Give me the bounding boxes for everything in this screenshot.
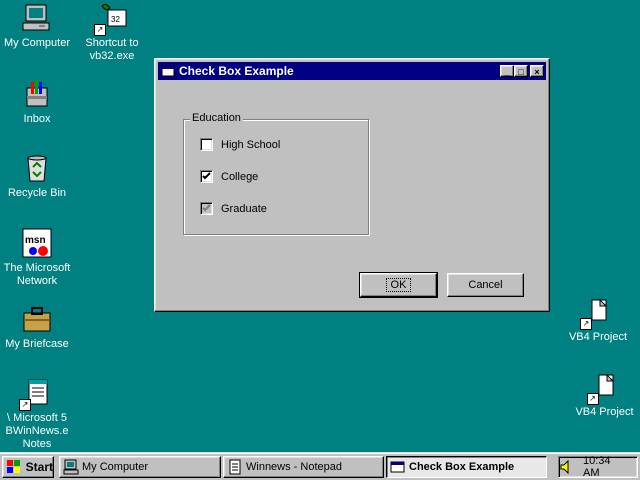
desktop-icon-label: Inbox bbox=[23, 113, 51, 125]
computer-icon bbox=[21, 2, 53, 34]
app-icon bbox=[161, 64, 175, 78]
minimize-icon: _ bbox=[504, 67, 510, 77]
msn-icon: msn bbox=[21, 227, 53, 259]
task-label: Winnews - Notepad bbox=[246, 461, 342, 473]
maximize-icon: □ bbox=[518, 67, 524, 77]
group-label: Education bbox=[190, 112, 243, 124]
maximize-button[interactable]: □ bbox=[514, 65, 528, 77]
checkbox-college[interactable]: College bbox=[200, 170, 258, 183]
desktop-icon-label: \ Microsoft 5 BWinNews.e Notes bbox=[5, 412, 69, 450]
desktop-icon-inbox[interactable]: Inbox bbox=[0, 78, 77, 126]
checkbox-label: High School bbox=[221, 138, 281, 151]
checkbox-box[interactable] bbox=[200, 138, 213, 151]
education-group: Education High School College Graduate bbox=[183, 112, 369, 235]
checkbox-box[interactable] bbox=[200, 170, 213, 183]
desktop-icon-label: VB4 Project bbox=[575, 406, 634, 418]
cancel-label: Cancel bbox=[468, 279, 503, 291]
task-my-computer[interactable]: My Computer bbox=[59, 456, 221, 478]
desktop-icon-label: The Microsoft Network bbox=[3, 262, 71, 287]
checkmark-icon bbox=[202, 204, 211, 212]
checkbox-high-school[interactable]: High School bbox=[200, 138, 280, 151]
svg-text:32: 32 bbox=[111, 15, 120, 24]
task-label: My Computer bbox=[82, 461, 149, 473]
ok-label: OK bbox=[385, 278, 412, 292]
vb4-project-icon: ↗ bbox=[580, 296, 614, 330]
checkbox-label: College bbox=[221, 170, 259, 183]
desktop-icon-label: My Briefcase bbox=[5, 338, 69, 350]
desktop-icon-vb32-shortcut[interactable]: 32 ↗ Shortcut to vb32.exe bbox=[72, 2, 152, 63]
app-icon bbox=[390, 459, 406, 475]
checkbox-label: Graduate bbox=[221, 202, 267, 215]
checkmark-icon bbox=[202, 172, 211, 180]
window-title-bar[interactable]: Check Box Example _ □ × bbox=[158, 62, 546, 80]
check-box-example-window: Check Box Example _ □ × Education High S… bbox=[154, 58, 550, 312]
cancel-button[interactable]: Cancel bbox=[447, 273, 524, 297]
task-winnews-notepad[interactable]: Winnews - Notepad bbox=[223, 456, 384, 478]
recycle-bin-icon bbox=[21, 152, 53, 184]
task-label: Check Box Example bbox=[409, 461, 515, 473]
checkbox-graduate[interactable]: Graduate bbox=[200, 202, 267, 215]
desktop-icon-msn[interactable]: msn The Microsoft Network bbox=[0, 227, 77, 288]
desktop-icon-label: Shortcut to vb32.exe bbox=[85, 37, 139, 62]
notepad-shortcut-icon: ↗ bbox=[19, 377, 53, 411]
desktop-icon-recycle-bin[interactable]: Recycle Bin bbox=[0, 152, 77, 200]
vb32-shortcut-icon: 32 ↗ bbox=[94, 2, 128, 36]
checkbox-box[interactable] bbox=[200, 202, 213, 215]
desktop-icon-label: VB4 Project bbox=[568, 331, 628, 343]
desktop-icon-my-computer[interactable]: My Computer bbox=[0, 2, 77, 50]
inbox-icon bbox=[21, 78, 53, 110]
notepad-icon bbox=[227, 459, 243, 475]
desktop-icon-label: Recycle Bin bbox=[7, 187, 67, 199]
briefcase-icon bbox=[21, 303, 53, 335]
start-label: Start bbox=[25, 460, 53, 474]
clock[interactable]: 10:34 AM bbox=[583, 455, 629, 479]
desktop-icon-briefcase[interactable]: My Briefcase bbox=[0, 303, 77, 351]
window-title: Check Box Example bbox=[179, 64, 294, 78]
vb4-project-icon: ↗ bbox=[586, 371, 621, 405]
system-tray: 10:34 AM bbox=[558, 455, 638, 479]
computer-icon bbox=[63, 459, 79, 475]
desktop-icon-winnews-notes[interactable]: ↗ \ Microsoft 5 BWinNews.e Notes bbox=[0, 377, 77, 451]
close-button[interactable]: × bbox=[530, 65, 544, 77]
start-button[interactable]: Start bbox=[2, 456, 54, 478]
minimize-button[interactable]: _ bbox=[500, 65, 514, 77]
ok-button[interactable]: OK bbox=[359, 272, 438, 298]
close-icon: × bbox=[534, 67, 540, 77]
volume-icon[interactable] bbox=[559, 459, 575, 475]
taskbar: Start My Computer Winnews - Notepad Chec… bbox=[0, 452, 640, 480]
windows-logo-icon bbox=[6, 459, 24, 475]
desktop-icon-vb4-project-2[interactable]: ↗ VB4 Project bbox=[569, 371, 640, 419]
desktop-icon-label: My Computer bbox=[3, 37, 71, 49]
desktop-icon-vb4-project-1[interactable]: ↗ VB4 Project bbox=[558, 296, 638, 344]
svg-text:msn: msn bbox=[25, 235, 46, 246]
task-check-box-example[interactable]: Check Box Example bbox=[386, 456, 547, 478]
